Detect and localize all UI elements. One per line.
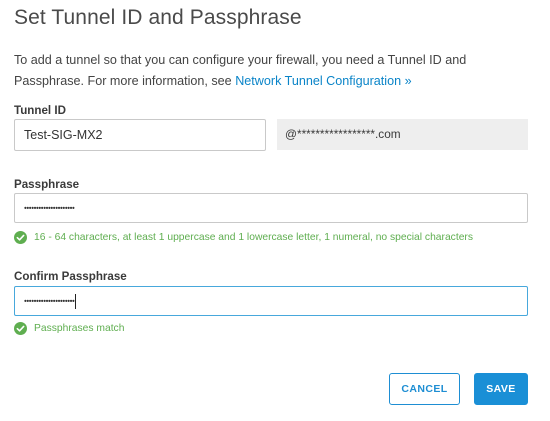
confirm-passphrase-input[interactable]: ••••••••••••••••••••• (14, 286, 528, 316)
passphrase-input[interactable]: ••••••••••••••••••••• (14, 193, 528, 223)
network-tunnel-configuration-link[interactable]: Network Tunnel Configuration » (235, 74, 411, 88)
passphrase-label: Passphrase (14, 178, 80, 191)
intro-text: To add a tunnel so that you can configur… (14, 50, 534, 92)
passphrase-requirements-hint: 16 - 64 characters, at least 1 uppercase… (14, 231, 473, 244)
cancel-button[interactable]: CANCEL (389, 373, 460, 405)
check-circle-icon (14, 231, 27, 244)
text-cursor (75, 294, 77, 310)
tunnel-id-label: Tunnel ID (14, 104, 66, 117)
confirm-passphrase-label: Confirm Passphrase (14, 270, 127, 283)
tunnel-id-domain-suffix: @*****************.com (277, 119, 528, 150)
dialog-title: Set Tunnel ID and Passphrase (14, 6, 302, 29)
tunnel-id-input[interactable]: Test-SIG-MX2 (14, 119, 266, 151)
passphrase-match-hint: Passphrases match (14, 322, 124, 335)
passphrase-masked-value: ••••••••••••••••••••• (24, 203, 75, 213)
tunnel-id-value: Test-SIG-MX2 (24, 128, 103, 142)
passphrase-match-text: Passphrases match (34, 323, 125, 334)
passphrase-hint-text: 16 - 64 characters, at least 1 uppercase… (34, 232, 474, 243)
confirm-passphrase-masked-value: ••••••••••••••••••••• (24, 296, 75, 306)
save-button[interactable]: SAVE (474, 373, 528, 405)
check-circle-icon (14, 322, 27, 335)
